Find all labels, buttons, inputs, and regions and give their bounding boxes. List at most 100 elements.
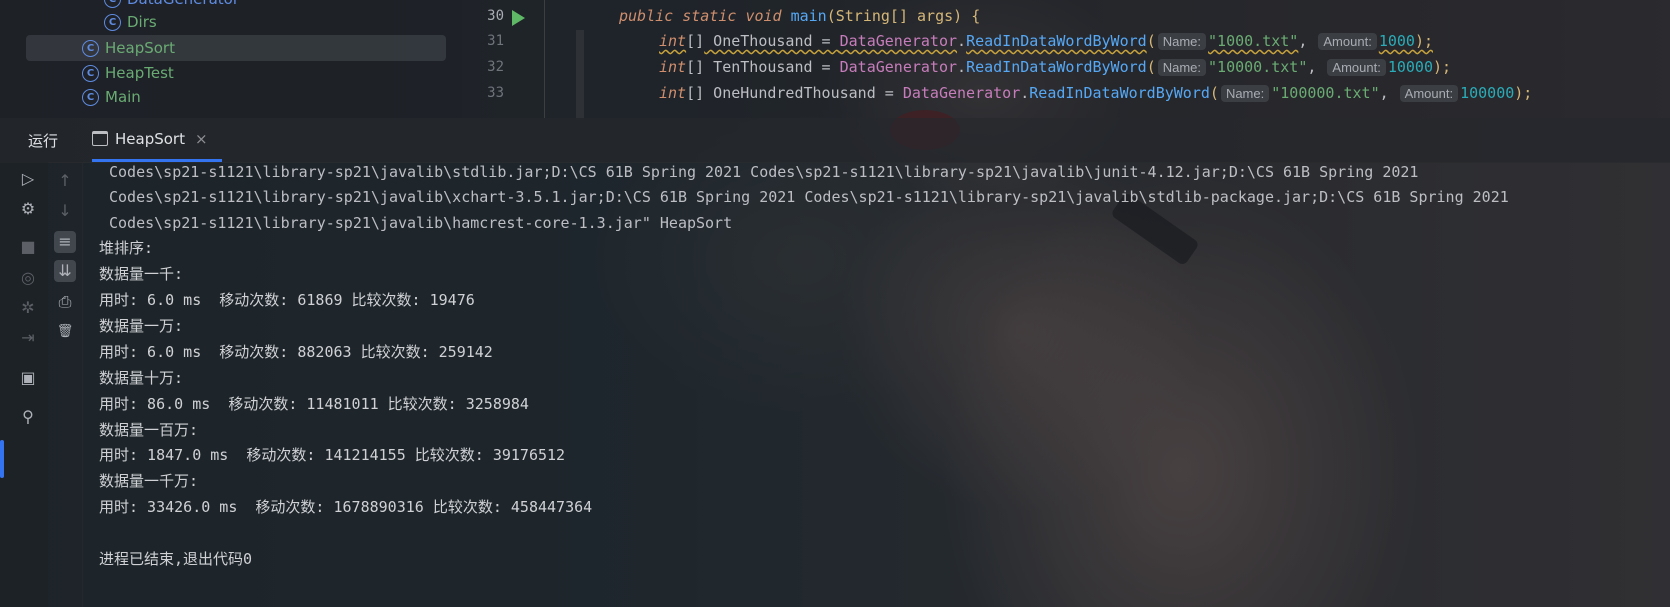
exit-icon[interactable]: ⇥ <box>17 327 39 349</box>
param-hint: Amount: <box>1318 33 1377 50</box>
code-token: "10000.txt" <box>1208 58 1308 76</box>
console-line: Codes\sp21-s1121\library-sp21\javalib\ha… <box>109 214 733 232</box>
code-token: DataGenerator <box>839 32 958 50</box>
scroll-to-end-icon[interactable]: ⇊ <box>54 260 76 282</box>
param-hint: Amount: <box>1399 85 1459 102</box>
run-panel-title: 运行 <box>28 132 59 150</box>
line-number: 31 <box>487 33 504 49</box>
debug-icon[interactable]: ✲ <box>17 297 39 319</box>
tree-item-label: Main <box>105 88 141 106</box>
stop-icon[interactable]: ■ <box>17 236 39 258</box>
code-token: ); <box>1414 32 1433 50</box>
code-token: (String[] args) { <box>826 7 981 25</box>
console-line: Codes\sp21-s1121\library-sp21\javalib\st… <box>109 163 1419 181</box>
close-icon[interactable]: × <box>195 130 208 148</box>
arrow-down-icon[interactable]: ↓ <box>54 200 76 222</box>
console-output[interactable]: Codes\sp21-s1121\library-sp21\javalib\st… <box>82 162 1670 607</box>
console-line: 数据量一万: <box>99 317 184 335</box>
class-icon: C <box>104 13 121 31</box>
console-line: 进程已结束,退出代码0 <box>99 550 253 568</box>
console-line: 数据量十万: <box>99 369 184 387</box>
tree-item-main[interactable]: C Main <box>82 84 141 110</box>
arrow-up-icon[interactable]: ↑ <box>54 170 76 192</box>
code-token: 1000 <box>1378 32 1415 50</box>
code-token: DataGenerator <box>839 58 958 76</box>
tree-item-label: HeapSort <box>105 39 175 57</box>
tree-item-heaptest[interactable]: C HeapTest <box>82 60 174 86</box>
console-line: 数据量一千万: <box>99 472 199 490</box>
code-token: int <box>659 32 687 50</box>
console-line: 用时: 6.0 ms 移动次数: 61869 比较次数: 19476 <box>99 291 475 309</box>
code-token: . <box>957 58 967 76</box>
code-token: . <box>957 32 967 50</box>
run-toolbar-secondary: ↑ ↓ ≡ ⇊ ⎙ 🗑 <box>48 162 83 607</box>
code-token: ); <box>1433 58 1452 76</box>
tab-heapsort[interactable]: HeapSort × <box>92 118 222 162</box>
code-token: int <box>659 58 687 76</box>
code-token: ReadInDataWordByWord <box>1029 84 1210 102</box>
run-toolbar-primary: ▷ ⚙ ■ ◎ ✲ ⇥ ▣ ⚲ <box>0 162 48 607</box>
class-icon: C <box>104 0 121 8</box>
code-line-31: int[] OneThousand = DataGenerator.ReadIn… <box>659 32 1433 50</box>
console-line: 用时: 33426.0 ms 移动次数: 1678890316 比较次数: 45… <box>99 498 593 516</box>
line-number: 32 <box>487 59 504 75</box>
code-token: [] <box>686 84 705 102</box>
console-line: 数据量一千: <box>99 265 184 283</box>
code-token: static <box>682 7 737 25</box>
code-token: [] <box>686 32 705 50</box>
code-token: ( <box>1146 32 1156 50</box>
code-token: [] <box>686 58 705 76</box>
code-token: OneHundredThousand = <box>704 84 903 102</box>
param-hint: Name: <box>1220 85 1270 102</box>
code-token: ( <box>1146 58 1156 76</box>
tree-item-heapsort[interactable]: C HeapSort <box>26 35 446 61</box>
soft-wrap-icon[interactable]: ≡ <box>54 231 76 253</box>
run-gutter-icon[interactable] <box>512 10 525 26</box>
code-token: , <box>1307 58 1317 76</box>
pin-icon[interactable]: ⚲ <box>17 406 39 428</box>
rerun-icon[interactable]: ▷ <box>17 168 39 190</box>
code-token: TenThousand = <box>704 58 840 76</box>
code-token: main <box>790 7 827 25</box>
param-hint: Amount: <box>1327 59 1386 76</box>
camera-icon[interactable]: ◎ <box>17 267 39 289</box>
tree-item-dirs[interactable]: C Dirs <box>104 9 157 35</box>
code-line-30: public static void main(String[] args) { <box>619 7 980 25</box>
tree-item-label: DataGenerator <box>127 0 239 8</box>
code-token: ( <box>1209 84 1219 102</box>
editor-gutter: 30 31 32 33 <box>462 0 545 118</box>
print-icon[interactable]: ⎙ <box>54 291 76 313</box>
code-token: "100000.txt" <box>1271 84 1380 102</box>
code-line-33: int[] OneHundredThousand = DataGenerator… <box>659 84 1532 102</box>
code-token: "1000.txt" <box>1208 32 1299 50</box>
trash-icon[interactable]: 🗑 <box>54 321 76 343</box>
run-tool-window-header: 运行 HeapSort × <box>0 118 1670 163</box>
code-line-32: int[] TenThousand = DataGenerator.ReadIn… <box>659 58 1451 76</box>
code-token: , <box>1379 84 1389 102</box>
param-hint: Name: <box>1157 59 1207 76</box>
tab-label: HeapSort <box>115 129 185 148</box>
code-editor[interactable]: 30 31 32 33 public static void main(Stri… <box>462 0 1670 120</box>
project-tree: C DataGenerator C Dirs C HeapSort C Heap… <box>0 0 462 118</box>
code-token: 100000 <box>1460 84 1515 102</box>
code-token: void <box>745 7 782 25</box>
indent-guide <box>576 30 584 120</box>
code-token: 10000 <box>1387 58 1433 76</box>
code-token: . <box>1020 84 1030 102</box>
active-indicator <box>0 440 4 478</box>
class-icon: C <box>82 64 99 82</box>
code-token: ReadInDataWordByWord <box>966 58 1147 76</box>
console-line: 用时: 1847.0 ms 移动次数: 141214155 比较次数: 3917… <box>99 446 566 464</box>
console-line: 用时: 86.0 ms 移动次数: 11481011 比较次数: 3258984 <box>99 395 529 413</box>
code-token: int <box>659 84 687 102</box>
window-icon <box>92 131 108 146</box>
line-number: 33 <box>487 85 504 101</box>
layout-icon[interactable]: ▣ <box>17 367 39 389</box>
code-token: DataGenerator <box>902 84 1021 102</box>
console-line: Codes\sp21-s1121\library-sp21\javalib\xc… <box>109 188 1509 206</box>
console-line: 堆排序: <box>99 239 154 257</box>
class-icon: C <box>82 39 99 57</box>
class-icon: C <box>82 88 99 106</box>
code-token: ); <box>1514 84 1533 102</box>
settings-icon[interactable]: ⚙ <box>17 198 39 220</box>
